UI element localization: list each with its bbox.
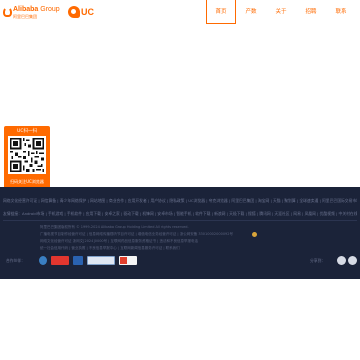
- footer-links-friends[interactable]: 友情链接：Android市场 | 手机游戏 | 手机软件 | 应用下载 | 安卓…: [3, 211, 357, 217]
- nav-item-contact[interactable]: 联系: [326, 0, 356, 24]
- qr-code-image: [8, 136, 46, 174]
- page-root: Alibaba Group 阿里巴巴集团 UC 首页 产数 关于 招聘 联系 U…: [0, 0, 360, 360]
- nav-item-jobs[interactable]: 招聘: [296, 0, 326, 24]
- partner-logo-3[interactable]: [73, 256, 83, 265]
- footer-registration[interactable]: 统一社会信用代码 | 营业执照 | 不良信息举报中心 | 互联网新闻信息服务许可…: [40, 246, 340, 251]
- main-nav: 首页 产数 关于 招聘 联系: [206, 0, 356, 28]
- qr-card-title: UC扫一扫: [17, 129, 37, 134]
- footer-copyright: 阿里巴巴集团版权所有 © 1999-2024 Alibaba Group Hol…: [40, 225, 189, 229]
- top-header: Alibaba Group 阿里巴巴集团 UC 首页 产数 关于 招聘 联系: [0, 0, 360, 28]
- footer-divider: [3, 220, 357, 221]
- partner-logo-5[interactable]: [119, 256, 137, 265]
- qr-card-caption: 扫码关注UC浏览器: [10, 179, 44, 184]
- alibaba-logo-icon: [3, 7, 12, 17]
- uc-squirrel-icon: [68, 6, 80, 18]
- nav-item-about[interactable]: 关于: [266, 0, 296, 24]
- partners-label: 合作伙伴：: [6, 258, 25, 263]
- partner-logo-4[interactable]: [87, 256, 115, 265]
- wechat-share-icon[interactable]: [348, 256, 357, 265]
- share-label: 分享到：: [310, 258, 326, 263]
- partner-strip: 合作伙伴： 分享到：: [3, 256, 357, 266]
- police-badge-icon: [252, 232, 257, 237]
- weibo-share-icon[interactable]: [337, 256, 346, 265]
- uc-logo-text: UC: [81, 7, 94, 17]
- nav-item-products[interactable]: 产数: [236, 0, 266, 24]
- nav-item-home[interactable]: 首页: [206, 0, 236, 24]
- logo-brand-text: Alibaba: [13, 6, 39, 13]
- qr-code-icon: [10, 138, 44, 172]
- site-footer: 网络文化经营许可证 | 网信算备 | 青少年网络保护 | 网站地图 | 商业合作…: [0, 187, 360, 279]
- qr-code-card[interactable]: UC扫一扫 扫码关注UC浏览器: [4, 126, 50, 191]
- footer-links-primary[interactable]: 网络文化经营许可证 | 网信算备 | 青少年网络保护 | 网站地图 | 商业合作…: [3, 198, 357, 204]
- partner-logo-1[interactable]: [39, 256, 47, 265]
- logo-sub-text: 阿里巴巴集团: [13, 14, 37, 19]
- footer-culture-license[interactable]: 网络文化经营许可证 浙网文[2024]0000号 | 互联网药品信息服务资格证书…: [40, 239, 340, 244]
- footer-license-line[interactable]: 广播电视节目制作经营许可证 | 信息网络传播视听节目许可证 | 增值电信业务经营…: [40, 232, 340, 237]
- logo-group-text: Group: [40, 6, 60, 13]
- uc-logo[interactable]: UC: [68, 6, 94, 20]
- alibaba-group-logo[interactable]: Alibaba Group 阿里巴巴集团: [3, 6, 61, 20]
- partner-logo-2[interactable]: [51, 256, 69, 265]
